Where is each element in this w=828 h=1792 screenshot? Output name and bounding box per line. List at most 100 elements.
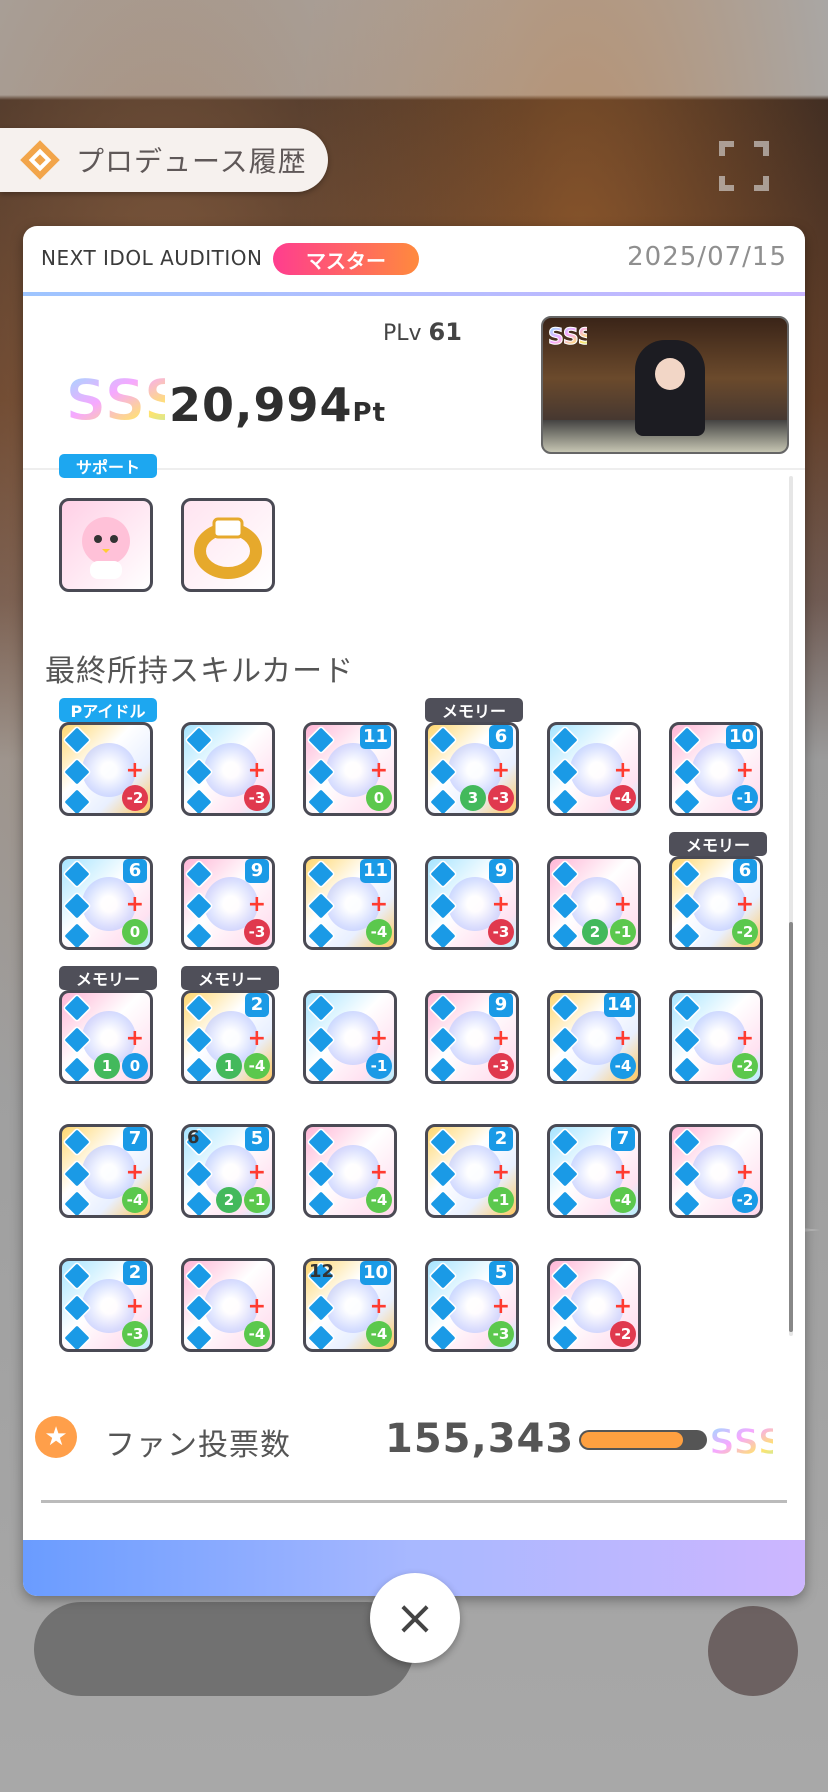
skill-card-count: 9 — [245, 859, 269, 883]
skill-card[interactable]: +9 -3 — [181, 856, 275, 950]
enhanced-plus-icon: + — [369, 758, 388, 783]
skill-card[interactable]: + -2 — [547, 1258, 641, 1352]
svg-text:SSS: SSS — [65, 366, 165, 430]
skill-card[interactable]: + -4 — [181, 1258, 275, 1352]
enhanced-plus-icon: + — [369, 1026, 388, 1051]
enhanced-plus-icon: + — [613, 1160, 632, 1185]
skill-card-count: 11 — [359, 725, 391, 749]
skill-effect-icon — [306, 993, 336, 1023]
skill-card[interactable]: + -2 — [669, 990, 763, 1084]
enhanced-plus-icon: + — [613, 758, 632, 783]
skill-effect-icon — [62, 787, 92, 813]
enhanced-plus-icon: + — [491, 1160, 510, 1185]
skill-effect-icon — [428, 921, 458, 947]
skill-card-cost: -4 — [366, 1321, 392, 1347]
fan-vote-progress-fill — [581, 1432, 683, 1448]
support-card-gold-ring[interactable] — [181, 498, 275, 592]
skill-effect-icon — [672, 859, 702, 889]
enhanced-plus-icon: + — [369, 1294, 388, 1319]
skill-card[interactable]: +7 -4 — [59, 1124, 153, 1218]
skill-effect-icon — [672, 787, 702, 813]
skill-effect-icon — [306, 1323, 336, 1349]
skill-card[interactable]: + -4 — [547, 722, 641, 816]
skill-card-count: 5 — [489, 1261, 513, 1285]
skill-effect-icon — [428, 993, 458, 1023]
skill-effect-icon — [306, 921, 336, 947]
skill-card[interactable]: +11 -4 — [303, 856, 397, 950]
skill-card-count: 2 — [489, 1127, 513, 1151]
skill-card-count: 6 — [489, 725, 513, 749]
skill-effect-icon — [306, 787, 336, 813]
skill-card-cost: -3 — [488, 1053, 514, 1079]
skill-card-cost: 0 — [122, 919, 148, 945]
skill-card[interactable]: +10 -1 — [669, 722, 763, 816]
skill-effect-icon — [550, 1261, 580, 1291]
close-button[interactable]: × — [370, 1573, 460, 1663]
enhanced-plus-icon: + — [491, 758, 510, 783]
plv-value: 61 — [428, 318, 462, 346]
skill-card[interactable]: + -4 — [303, 1124, 397, 1218]
enhanced-plus-icon: + — [125, 758, 144, 783]
memory-tag: メモリー — [669, 832, 767, 856]
skill-card[interactable]: +14 -4 — [547, 990, 641, 1084]
skill-card-count: 10 — [359, 1261, 391, 1285]
skill-effect-icon — [550, 859, 580, 889]
enhanced-plus-icon: + — [735, 758, 754, 783]
skill-card[interactable]: +9 -3 — [425, 990, 519, 1084]
skill-card[interactable]: +10 12 -4 — [303, 1258, 397, 1352]
idol-thumbnail[interactable]: SSS — [541, 316, 789, 454]
skill-effect-icon — [428, 1127, 458, 1157]
skill-card-count: 2 — [123, 1261, 147, 1285]
skill-card[interactable]: +2 1 -4 — [181, 990, 275, 1084]
history-title-pill: プロデュース履歴 — [0, 128, 328, 192]
skill-effect-icon — [62, 1323, 92, 1349]
skill-card[interactable]: +7 -4 — [547, 1124, 641, 1218]
skill-card[interactable]: +5 6 2 -1 — [181, 1124, 275, 1218]
enhanced-plus-icon: + — [491, 892, 510, 917]
skill-effect-icon — [184, 859, 214, 889]
skill-card[interactable]: +11 0 — [303, 722, 397, 816]
skill-effect-icon — [184, 1261, 214, 1291]
skill-card[interactable]: + -3 — [181, 722, 275, 816]
skill-card[interactable]: +5 -3 — [425, 1258, 519, 1352]
skill-card-cost: -3 — [488, 785, 514, 811]
skill-card-cost: -2 — [122, 785, 148, 811]
svg-text:SSS: SSS — [709, 1422, 773, 1460]
skill-card-cost: -4 — [366, 1187, 392, 1213]
skill-effect-icon — [306, 725, 336, 755]
enhanced-plus-icon: + — [491, 1294, 510, 1319]
skill-card[interactable]: + -1 — [303, 990, 397, 1084]
skill-card[interactable]: +2 -1 — [547, 856, 641, 950]
skill-effect-icon — [672, 993, 702, 1023]
skill-card[interactable]: +2 -3 — [59, 1258, 153, 1352]
skill-card[interactable]: + -2 — [59, 722, 153, 816]
skill-card-cost: -3 — [244, 785, 270, 811]
enhanced-plus-icon: + — [125, 1160, 144, 1185]
skill-card-cost: -3 — [488, 919, 514, 945]
skill-card-cost: -1 — [244, 1187, 270, 1213]
skill-card[interactable]: +6 0 — [59, 856, 153, 950]
support-card-pink-creature[interactable] — [59, 498, 153, 592]
page-title: プロデュース履歴 — [76, 145, 307, 178]
skill-effect-icon — [184, 1189, 214, 1215]
fullscreen-icon[interactable] — [718, 140, 770, 192]
skill-card-cost: -4 — [610, 785, 636, 811]
scrollbar-thumb[interactable] — [789, 922, 793, 1332]
skill-card-count: 11 — [359, 859, 391, 883]
skill-card[interactable]: + -2 — [669, 1124, 763, 1218]
enhanced-plus-icon: + — [125, 1294, 144, 1319]
skill-card[interactable]: +6 -2 — [669, 856, 763, 950]
skill-effect-icon — [184, 921, 214, 947]
skill-card-count-secondary: 6 — [187, 1127, 200, 1148]
skill-card-count-secondary: 12 — [309, 1261, 335, 1282]
skill-effect-icon — [672, 725, 702, 755]
skill-card[interactable]: +1 0 — [59, 990, 153, 1084]
skill-effect-icon — [550, 921, 580, 947]
skill-card[interactable]: +6 3 -3 — [425, 722, 519, 816]
menu-round-button[interactable] — [708, 1606, 798, 1696]
skill-card-count: 7 — [123, 1127, 147, 1151]
skill-card[interactable]: +2 -1 — [425, 1124, 519, 1218]
skill-card-cost: -1 — [732, 785, 758, 811]
skill-card[interactable]: +9 -3 — [425, 856, 519, 950]
skill-effect-icon — [184, 993, 214, 1023]
